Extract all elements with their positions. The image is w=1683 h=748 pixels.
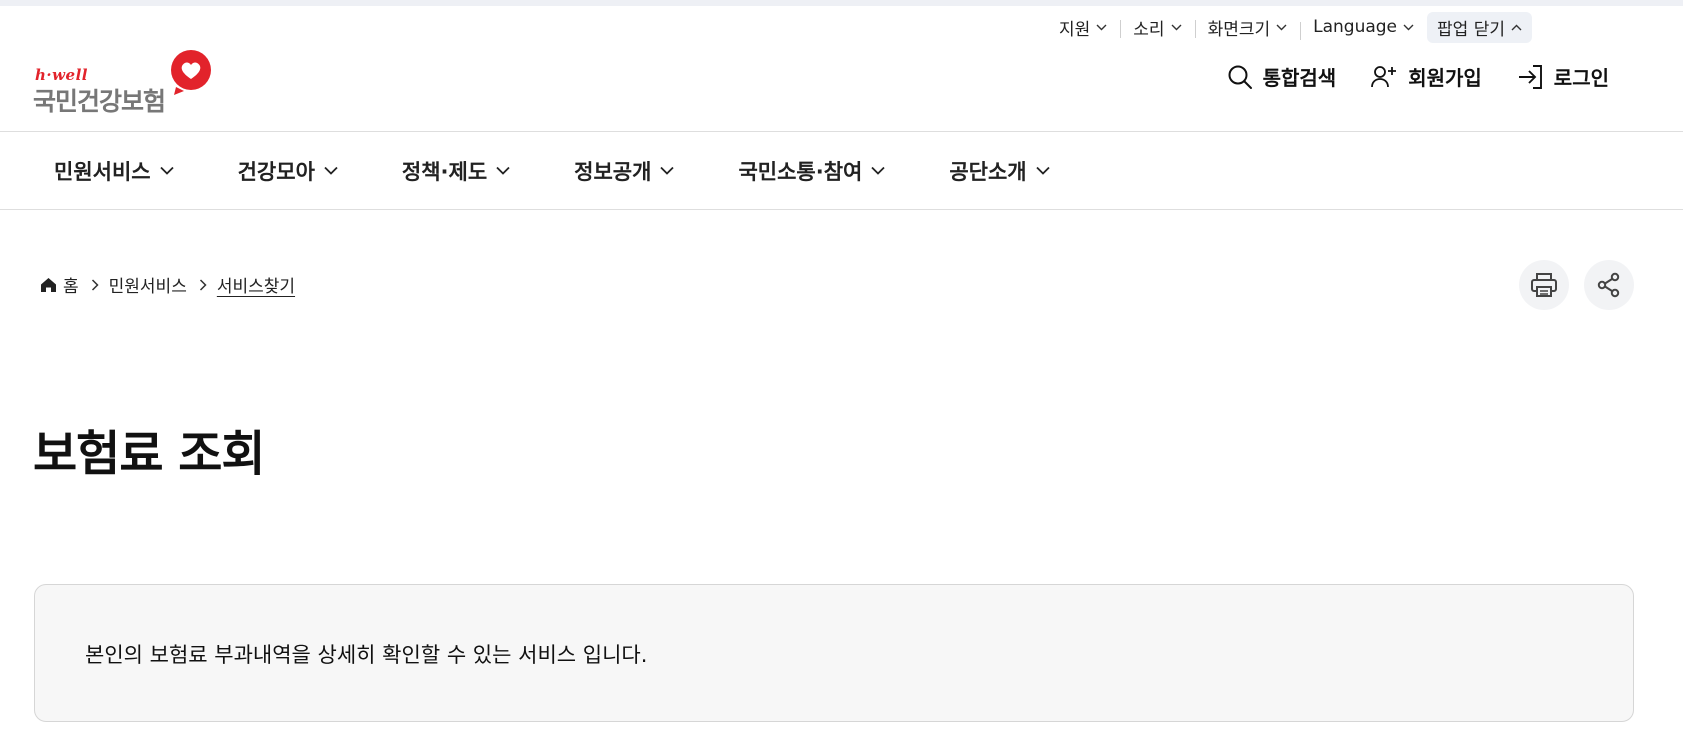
header-actions: 통합검색 회원가입 로그인	[1193, 62, 1609, 91]
gnb-item-label: 정책·제도	[401, 159, 488, 184]
chevron-down-icon	[324, 166, 338, 175]
signup-button[interactable]: 회원가입	[1370, 62, 1482, 91]
chevron-down-icon	[1403, 24, 1414, 30]
chevron-down-icon	[660, 166, 675, 175]
login-icon	[1518, 64, 1542, 89]
search-button[interactable]: 통합검색	[1227, 62, 1337, 91]
chevron-down-icon	[496, 166, 510, 175]
gnb-item-label: 국민소통·참여	[738, 159, 863, 184]
screen-size-menu[interactable]: 화면크기	[1194, 15, 1301, 40]
close-popup-button[interactable]: 팝업 닫기	[1427, 11, 1532, 43]
gnb-item-label: 정보공개	[574, 159, 652, 184]
share-button[interactable]	[1584, 260, 1634, 310]
page: 지원 소리 화면크기 Language 팝업 닫기 h·well 국민건강보험	[0, 0, 1683, 748]
sound-menu[interactable]: 소리	[1120, 15, 1194, 40]
page-title: 보험료 조회	[33, 426, 266, 482]
share-icon	[1597, 272, 1620, 298]
home-icon	[41, 277, 56, 292]
printer-icon	[1531, 273, 1557, 297]
print-button[interactable]	[1519, 260, 1569, 310]
breadcrumb: 홈 민원서비스 서비스찾기	[40, 272, 295, 297]
gnb-item-health-moa[interactable]: 건강모아	[238, 156, 338, 186]
gnb-item-label: 건강모아	[237, 159, 315, 184]
chevron-right-icon	[199, 278, 207, 291]
chevron-down-icon	[871, 166, 885, 175]
signup-label: 회원가입	[1408, 66, 1482, 90]
chevron-down-icon	[159, 166, 174, 175]
close-popup-label: 팝업 닫기	[1437, 19, 1505, 40]
screen-size-label: 화면크기	[1207, 19, 1271, 40]
chevron-right-icon	[91, 278, 99, 291]
heart-logo-icon	[171, 50, 211, 95]
description-box: 본인의 보험료 부과내역을 상세히 확인할 수 있는 서비스 입니다.	[34, 584, 1634, 722]
gnb-list: 민원서비스 건강모아 정책·제도 정보공개 국민소통·참여 공단소개	[54, 132, 1114, 209]
breadcrumb-civil-service[interactable]: 민원서비스	[109, 272, 187, 297]
chevron-down-icon	[1276, 24, 1287, 30]
top-strip	[0, 0, 1683, 6]
chevron-down-icon	[1096, 24, 1107, 30]
global-navigation: 민원서비스 건강모아 정책·제도 정보공개 국민소통·참여 공단소개	[0, 131, 1683, 210]
site-logo[interactable]: h·well 국민건강보험	[33, 49, 213, 116]
gnb-item-label: 민원서비스	[54, 159, 151, 184]
support-menu[interactable]: 지원	[1046, 15, 1120, 40]
language-label: Language	[1313, 17, 1398, 37]
chevron-up-icon	[1511, 24, 1522, 30]
language-menu[interactable]: Language	[1300, 17, 1427, 40]
description-text: 본인의 보험료 부과내역을 상세히 확인할 수 있는 서비스 입니다.	[85, 643, 648, 667]
logo-name: 국민건강보험	[33, 87, 166, 116]
gnb-item-civil-service[interactable]: 민원서비스	[54, 156, 174, 186]
gnb-item-policy[interactable]: 정책·제도	[402, 156, 510, 186]
gnb-item-about[interactable]: 공단소개	[949, 156, 1050, 186]
breadcrumb-home-label: 홈	[63, 277, 79, 297]
search-label: 통합검색	[1262, 66, 1337, 90]
breadcrumb-home[interactable]: 홈	[40, 272, 79, 297]
gnb-item-communication[interactable]: 국민소통·참여	[738, 156, 885, 186]
support-label: 지원	[1059, 19, 1091, 40]
chevron-down-icon	[1035, 166, 1050, 175]
login-label: 로그인	[1553, 66, 1609, 90]
sound-label: 소리	[1133, 19, 1165, 40]
gnb-item-label: 공단소개	[949, 159, 1027, 184]
breadcrumb-current[interactable]: 서비스찾기	[217, 272, 295, 297]
add-user-icon	[1371, 65, 1397, 87]
utility-bar: 지원 소리 화면크기 Language 팝업 닫기	[1046, 11, 1683, 43]
search-icon	[1228, 65, 1252, 89]
login-button[interactable]: 로그인	[1516, 62, 1609, 91]
gnb-item-disclosure[interactable]: 정보공개	[574, 156, 675, 186]
chevron-down-icon	[1171, 24, 1182, 30]
